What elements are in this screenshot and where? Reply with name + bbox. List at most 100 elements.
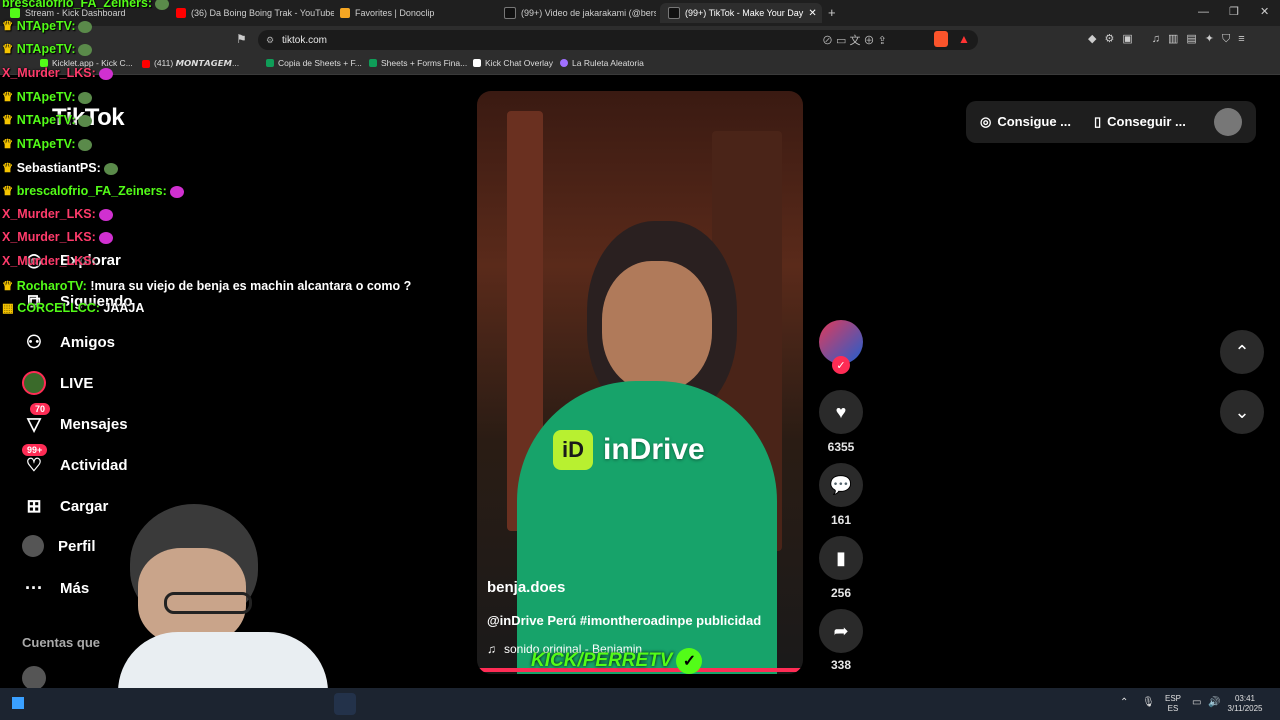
chat-message: X_Murder_LKS:: [2, 230, 113, 244]
friends-icon: ⚇: [25, 331, 43, 352]
bookmark-sheets-forms[interactable]: Sheets + Forms Fina...: [369, 58, 467, 68]
upload-icon: ⊞: [26, 495, 42, 516]
coin-icon: ◎: [980, 114, 992, 129]
account-avatar[interactable]: [22, 666, 46, 690]
chat-message: ♛ RocharoTV: !mura su viejo de benja es …: [2, 279, 412, 293]
bookmark-kick-chat-overlay[interactable]: Kick Chat Overlay: [473, 58, 553, 68]
bookmark-ruleta[interactable]: La Ruleta Aleatoria: [560, 58, 644, 68]
minimize-icon[interactable]: —: [1198, 6, 1209, 18]
follow-check-icon[interactable]: ✓: [832, 356, 850, 374]
comment-icon: 💬: [829, 474, 853, 495]
mic-icon[interactable]: 🎙: [1142, 697, 1155, 708]
tiktok-icon: [668, 7, 680, 19]
video-author[interactable]: benja.does: [487, 579, 565, 596]
following-accounts-heading: Cuentas que: [22, 635, 101, 650]
maximize-icon[interactable]: ❐: [1229, 5, 1239, 18]
chat-message: ♛ NTApeTV:: [2, 136, 93, 151]
chat-message: ♛ NTApeTV:: [2, 112, 93, 127]
chat-message: ▦ CORCELLCC: JAAJA: [2, 301, 145, 315]
volume-icon[interactable]: 🔊: [1208, 697, 1220, 708]
browser-tab-bar: Stream - Kick Dashboard (36) Da Boing Bo…: [0, 0, 1280, 26]
phone-icon: ▯: [1094, 114, 1102, 129]
new-tab-icon[interactable]: +: [828, 5, 836, 20]
nav-mas[interactable]: ··· Más: [22, 576, 89, 600]
nav-perfil[interactable]: Perfil: [22, 535, 96, 557]
chat-message: X_Murder_LKS:: [2, 66, 113, 80]
live-icon: [22, 371, 46, 395]
nav-live[interactable]: LIVE: [22, 371, 93, 395]
previous-video-button[interactable]: ⌃: [1220, 330, 1264, 374]
like-count: 6355: [827, 440, 855, 454]
extension-icons[interactable]: ⊘ ▭ 文 ⊕ ⇪: [822, 32, 887, 48]
network-icon[interactable]: ▭: [1192, 697, 1201, 708]
chat-message: ♛ NTApeTV:: [2, 18, 93, 33]
stream-chat: [0, 0, 1, 1]
toolbar-extension-icons[interactable]: ◆⚙▣ ♫▥▤✦⛉≡: [1088, 32, 1253, 46]
tab-tiktok-video[interactable]: (99+) Video de jakarakami (@berseri: [496, 3, 656, 23]
nav-actividad[interactable]: ♡ 99+ Actividad: [22, 444, 128, 477]
brave-rewards-icon[interactable]: ▲: [958, 32, 972, 46]
brave-shield-icon[interactable]: [934, 31, 948, 47]
more-icon: ···: [25, 577, 43, 598]
chevron-down-icon: ⌄: [1234, 401, 1250, 422]
check-badge-icon: ✓: [676, 648, 703, 674]
heart-icon: ♥: [835, 401, 847, 422]
share-button[interactable]: ➦: [819, 609, 863, 653]
comment-button[interactable]: 💬: [819, 463, 863, 507]
inbox-icon: ▽ 70: [22, 403, 51, 436]
get-coins-button[interactable]: ◎ Consigue ...: [980, 114, 1071, 130]
nav-mensajes[interactable]: ▽ 70 Mensajes: [22, 403, 128, 436]
site-info-icon[interactable]: ⚙: [266, 35, 274, 46]
chevron-up-icon: ⌃: [1234, 341, 1250, 362]
save-button[interactable]: ▮: [819, 536, 863, 580]
next-video-button[interactable]: ⌄: [1220, 390, 1264, 434]
nav-cargar[interactable]: ⊞ Cargar: [22, 494, 108, 518]
bookmark-sheets-copy[interactable]: Copia de Sheets + F...: [266, 58, 362, 68]
get-app-button[interactable]: ▯ Conseguir ...: [1094, 114, 1186, 130]
bookmark-icon[interactable]: ⚑: [236, 32, 247, 46]
chat-message: ♛ brescalofrio_FA_Zeiners:: [2, 183, 184, 198]
save-count: 256: [830, 586, 852, 600]
address-bar-row: ⚑ ⚙ tiktok.com ⊘ ▭ 文 ⊕ ⇪ ▲ ◆⚙▣ ♫▥▤✦⛉≡: [0, 26, 1280, 54]
user-avatar[interactable]: [1214, 108, 1242, 136]
kick-watermark: KICK/PERRETV ✓: [531, 648, 703, 674]
indrive-logo: iD inDrive: [553, 430, 705, 470]
chat-message: X_Murder_LKS:: [2, 207, 113, 221]
clock[interactable]: 03:41 3/11/2025: [1224, 688, 1266, 720]
share-count: 338: [830, 658, 852, 672]
webcam-overlay: [118, 500, 328, 692]
chat-message: ♛ SebastiantPS:: [2, 160, 118, 175]
share-icon: ➦: [833, 620, 849, 641]
start-icon[interactable]: [12, 697, 24, 709]
video-player[interactable]: iD inDrive benja.does @inDrive Perú #imo…: [477, 91, 803, 674]
chat-message: ♛ NTApeTV:: [2, 89, 93, 104]
chat-message: brescalofrio_FA_Zeiners:: [2, 0, 170, 10]
comment-count: 161: [830, 513, 852, 527]
tab-youtube[interactable]: (36) Da Boing Boing Trak - YouTube: [168, 3, 334, 23]
like-button[interactable]: ♥: [819, 390, 863, 434]
close-window-icon[interactable]: ✕: [1260, 5, 1269, 18]
profile-icon: [22, 535, 44, 557]
video-caption: @inDrive Perú #imontheroadinpe publicida…: [487, 613, 762, 628]
tab-tiktok-active[interactable]: (99+) TikTok - Make Your Day ✕: [660, 3, 822, 23]
close-tab-icon[interactable]: ✕: [808, 8, 816, 19]
music-note-icon: ♫: [487, 642, 496, 656]
top-right-actions: ◎ Consigue ... ▯ Conseguir ...: [966, 101, 1256, 143]
tray-chevron-icon[interactable]: ⌃: [1120, 697, 1128, 708]
chat-message: ♛ NTApeTV:: [2, 41, 93, 56]
windows-taskbar: ⌃ 🎙 ESP ES ▭ 🔊 03:41 3/11/2025: [0, 688, 1280, 720]
nav-amigos[interactable]: ⚇ Amigos: [22, 330, 115, 354]
donoclip-icon: [340, 8, 350, 18]
bookmarks-bar: Kicklet.app - Kick C... (411) 𝙈𝙊𝙉𝙏𝘼𝙂𝙀𝙈..…: [0, 54, 1280, 75]
activity-badge: 99+: [22, 444, 48, 456]
bookmark-youtube[interactable]: (411) 𝙈𝙊𝙉𝙏𝘼𝙂𝙀𝙈...: [142, 58, 239, 69]
tab-donoclip[interactable]: Favorites | Donoclip: [332, 3, 496, 23]
youtube-icon: [176, 8, 186, 18]
tiktok-icon: [504, 7, 516, 19]
steam-icon[interactable]: [334, 693, 356, 715]
activity-icon: ♡ 99+: [22, 444, 48, 477]
messages-badge: 70: [30, 403, 51, 415]
chat-message: X_Murder_LKS:: [2, 254, 96, 268]
language-indicator[interactable]: ESP ES: [1162, 688, 1184, 720]
bookmark-icon: ▮: [836, 547, 846, 568]
